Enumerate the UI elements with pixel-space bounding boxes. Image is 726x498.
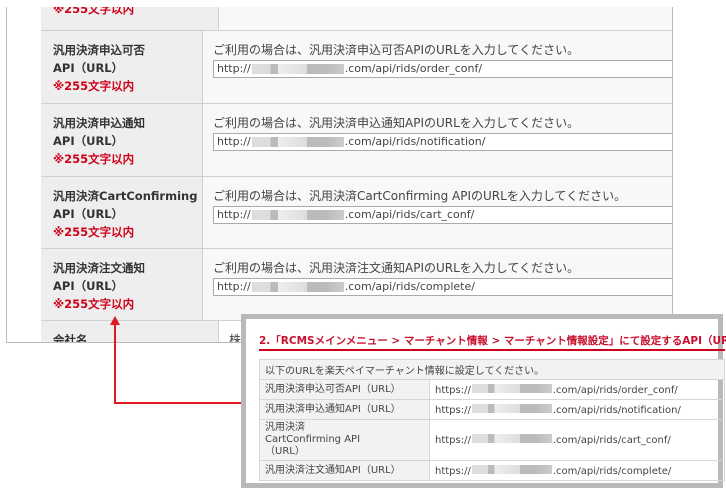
table-row: 汎用決済申込通知API（URL） https://.com/api/rids/no… bbox=[259, 399, 725, 420]
table-row: 汎用決済CartConfirming API（URL） https://.com/… bbox=[259, 419, 725, 461]
redacted-domain bbox=[471, 434, 552, 443]
title-underline bbox=[259, 349, 725, 351]
arrow-line bbox=[114, 322, 243, 404]
rcms-settings-callout: 2.「RCMSメインメニュー > マーチャント情報 > マーチャント情報設定」に… bbox=[241, 314, 726, 488]
table-row: 汎用決済注文通知API（URL） https://.com/api/rids/co… bbox=[259, 460, 725, 481]
table-row: 以下のURLを楽天ペイマーチャント情報に設定してください。 bbox=[259, 359, 725, 380]
callout-title: 2.「RCMSメインメニュー > マーチャント情報 > マーチャント情報設定」に… bbox=[259, 335, 726, 347]
table-row: 汎用決済申込可否API（URL） https://.com/api/rids/or… bbox=[259, 379, 725, 400]
redacted-domain bbox=[471, 403, 552, 413]
redacted-domain bbox=[471, 383, 552, 393]
callout-note: 以下のURLを楽天ペイマーチャント情報に設定してください。 bbox=[259, 359, 725, 380]
callout-table: 以下のURLを楽天ペイマーチャント情報に設定してください。 汎用決済申込可否AP… bbox=[259, 359, 725, 481]
arrow-head-icon bbox=[110, 316, 120, 325]
redacted-domain bbox=[471, 464, 552, 474]
